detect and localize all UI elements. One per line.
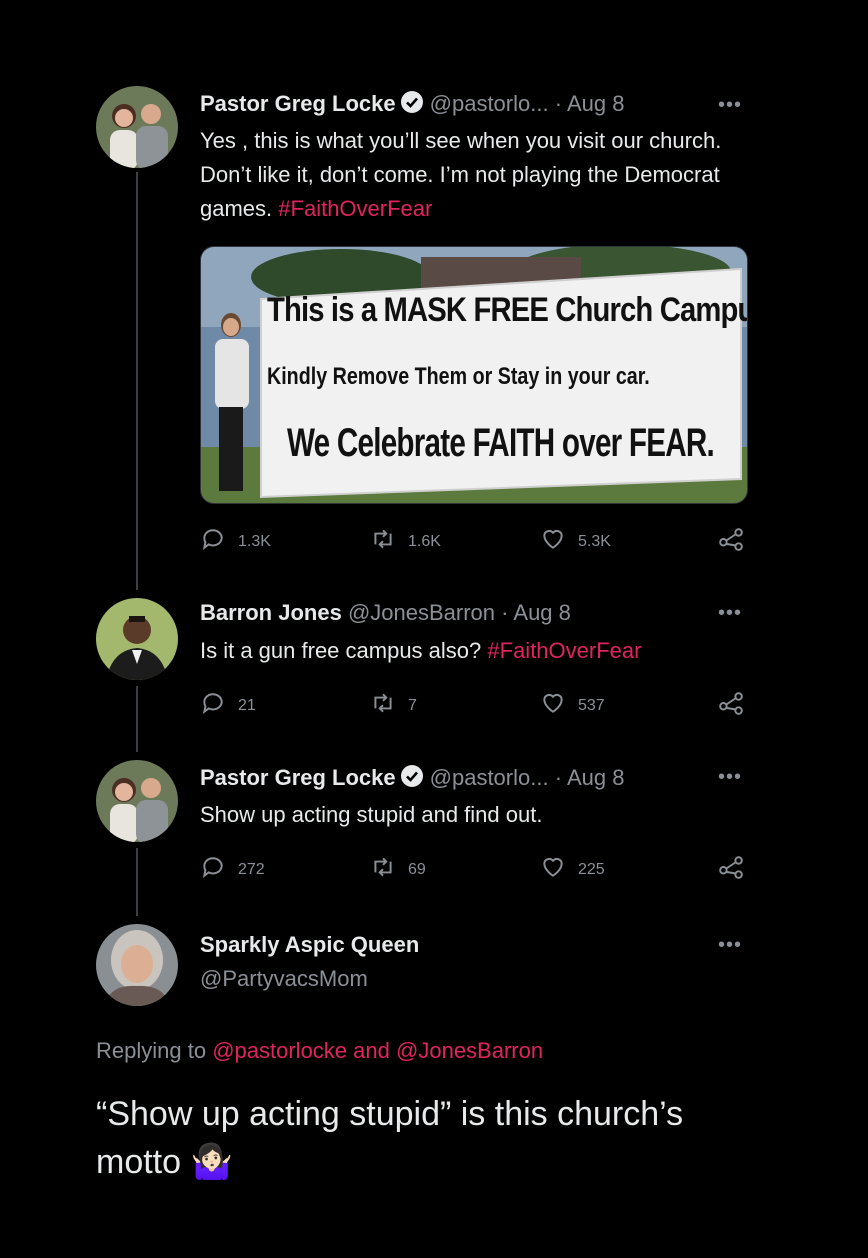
heart-icon [540, 526, 566, 557]
reply-button[interactable]: 272 [200, 854, 265, 885]
reply-count: 272 [238, 860, 265, 878]
thread-line [136, 172, 138, 590]
retweet-icon [370, 526, 396, 557]
avatar[interactable] [96, 598, 178, 680]
mention-link[interactable]: @JonesBarron [396, 1038, 543, 1063]
hashtag-link[interactable]: #FaithOverFear [487, 638, 641, 663]
shrug-emoji: 🤷🏻‍♀️ [190, 1143, 233, 1181]
share-icon [718, 854, 744, 885]
avatar[interactable] [96, 760, 178, 842]
reply-count: 1.3K [238, 532, 271, 550]
thread-line [136, 848, 138, 916]
retweet-button[interactable]: 7 [370, 690, 417, 721]
share-button[interactable] [718, 854, 744, 885]
reply-text: “Show up acting stupid” is this church’s… [96, 1090, 768, 1186]
tweet-actions: 272 69 225 [200, 854, 760, 884]
banner-line-3: We Celebrate FAITH over FEAR. [287, 421, 715, 465]
handle[interactable]: @pastorlo... [430, 91, 549, 116]
retweet-count: 7 [408, 696, 417, 714]
more-options-icon[interactable]: ••• [718, 766, 742, 789]
tweet-body: Is it a gun free campus also? [200, 638, 482, 663]
display-name[interactable]: Pastor Greg Locke [200, 91, 396, 116]
tweet-image[interactable]: This is a MASK FREE Church Campus. Kindl… [200, 246, 748, 504]
hashtag-link[interactable]: #FaithOverFear [278, 196, 432, 221]
heart-icon [540, 854, 566, 885]
mention-link[interactable]: @pastorlocke [212, 1038, 347, 1063]
like-count: 5.3K [578, 532, 611, 550]
tweet-text: Show up acting stupid and find out. [200, 798, 748, 832]
reply-icon [200, 854, 226, 885]
display-name[interactable]: Barron Jones [200, 600, 342, 625]
more-options-icon[interactable]: ••• [718, 934, 742, 957]
more-options-icon[interactable]: ••• [718, 602, 742, 625]
replying-to: Replying to @pastorlocke and @JonesBarro… [96, 1038, 543, 1064]
reply-button[interactable]: 1.3K [200, 526, 271, 557]
handle[interactable]: @JonesBarron [348, 600, 495, 625]
avatar[interactable] [96, 86, 178, 168]
like-button[interactable]: 537 [540, 690, 605, 721]
banner-line-2: Kindly Remove Them or Stay in your car. [267, 363, 650, 390]
share-icon [718, 690, 744, 721]
separator-dot: · [554, 765, 563, 790]
tweet-text: Yes , this is what you’ll see when you v… [200, 124, 748, 226]
retweet-count: 69 [408, 860, 426, 878]
share-icon [718, 526, 744, 557]
like-button[interactable]: 225 [540, 854, 605, 885]
timestamp[interactable]: Aug 8 [567, 91, 625, 116]
like-count: 537 [578, 696, 605, 714]
retweet-count: 1.6K [408, 532, 441, 550]
replying-prefix: Replying to [96, 1038, 207, 1063]
heart-icon [540, 690, 566, 721]
retweet-button[interactable]: 1.6K [370, 526, 441, 557]
thread-line [136, 686, 138, 752]
tweet-text: Is it a gun free campus also? #FaithOver… [200, 634, 748, 668]
handle[interactable]: @PartyvacsMom [200, 966, 368, 991]
more-options-icon[interactable]: ••• [718, 94, 742, 117]
reply-icon [200, 690, 226, 721]
tweet-header: Pastor Greg Locke @pastorlo... · Aug 8 [200, 764, 624, 794]
tweet-actions: 1.3K 1.6K 5.3K [200, 526, 760, 556]
banner-line-1: This is a MASK FREE Church Campus. [267, 291, 748, 329]
reply-body: “Show up acting stupid” is this church’s… [96, 1095, 684, 1181]
verified-badge-icon [400, 90, 424, 120]
handle-line: @PartyvacsMom [200, 966, 368, 992]
reply-icon [200, 526, 226, 557]
share-button[interactable] [718, 526, 744, 557]
reply-button[interactable]: 21 [200, 690, 256, 721]
retweet-icon [370, 854, 396, 885]
retweet-button[interactable]: 69 [370, 854, 426, 885]
like-button[interactable]: 5.3K [540, 526, 611, 557]
retweet-icon [370, 690, 396, 721]
handle[interactable]: @pastorlo... [430, 765, 549, 790]
timestamp[interactable]: Aug 8 [567, 765, 625, 790]
tweet-body: Show up acting stupid and find out. [200, 802, 543, 827]
timestamp[interactable]: Aug 8 [513, 600, 571, 625]
share-button[interactable] [718, 690, 744, 721]
avatar[interactable] [96, 924, 178, 1006]
tweet-header: Pastor Greg Locke @pastorlo... · Aug 8 [200, 90, 624, 120]
display-name[interactable]: Sparkly Aspic Queen [200, 932, 419, 957]
separator-dot: · [501, 600, 509, 625]
and-text: and [353, 1038, 390, 1063]
separator-dot: · [554, 91, 563, 116]
display-name[interactable]: Pastor Greg Locke [200, 765, 396, 790]
like-count: 225 [578, 860, 605, 878]
reply-count: 21 [238, 696, 256, 714]
verified-badge-icon [400, 764, 424, 794]
tweet-header: Barron Jones @JonesBarron · Aug 8 [200, 600, 571, 626]
tweet-actions: 21 7 537 [200, 690, 760, 720]
tweet-header: Sparkly Aspic Queen [200, 932, 419, 958]
